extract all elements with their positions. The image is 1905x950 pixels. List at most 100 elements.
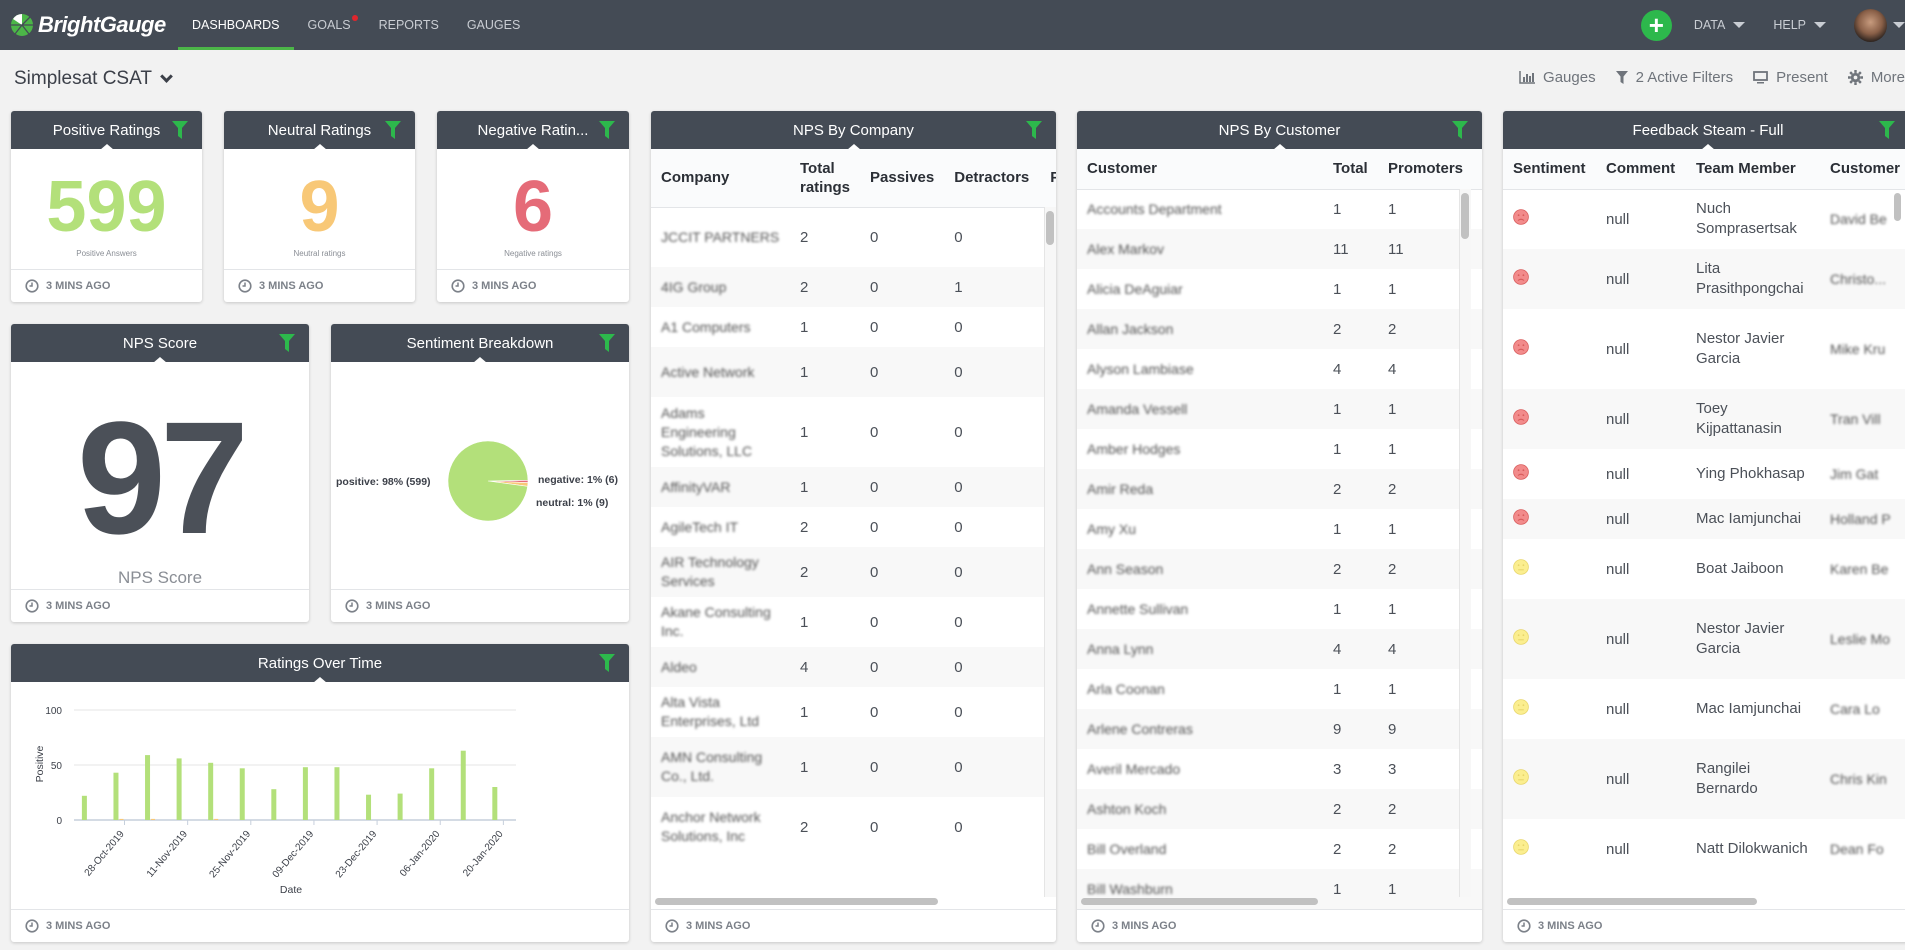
filter-icon[interactable] xyxy=(1879,121,1895,139)
ratings-over-time-card[interactable]: Ratings Over Time 0 50 100 28-Oct-2019 11-No… xyxy=(11,644,629,942)
bar-positive[interactable] xyxy=(145,755,151,820)
help-menu[interactable]: HELP xyxy=(1773,18,1826,32)
table-row[interactable]: Akane Consulting Inc. 1 0 0 xyxy=(651,597,1056,647)
nps-score-card[interactable]: NPS Score 97 NPS Score 3 MINS AGO xyxy=(11,324,309,622)
bar-neutral[interactable] xyxy=(214,818,219,820)
table-row[interactable]: 4IG Group 2 0 1 xyxy=(651,267,1056,307)
table-row[interactable]: Alta Vista Enterprises, Ltd 1 0 0 xyxy=(651,687,1056,737)
table-row[interactable]: Allan Jackson 2 2 xyxy=(1077,309,1482,349)
vertical-scrollbar[interactable] xyxy=(1894,193,1901,221)
bar-positive[interactable] xyxy=(113,772,119,820)
bar-neutral[interactable] xyxy=(151,818,156,820)
table-row[interactable]: null Rangilei Bernardo Chris Kin xyxy=(1503,739,1905,819)
bar-positive[interactable] xyxy=(302,767,308,820)
table-row[interactable]: AMN Consulting Co., Ltd. 1 0 0 xyxy=(651,737,1056,797)
table-row[interactable]: Ashton Koch 2 2 xyxy=(1077,789,1482,829)
filter-icon[interactable] xyxy=(599,121,615,139)
nav-reports[interactable]: REPORTS xyxy=(365,0,453,50)
bar-positive[interactable] xyxy=(366,794,372,820)
bar-positive[interactable] xyxy=(239,768,245,820)
table-row[interactable]: Amy Xu 1 1 xyxy=(1077,509,1482,549)
table-row[interactable]: Alicia DeAguiar 1 1 xyxy=(1077,269,1482,309)
table-row[interactable]: null Mac Iamjunchai Holland P xyxy=(1503,499,1905,539)
table-row[interactable]: Arla Coonan 1 1 xyxy=(1077,669,1482,709)
table-row[interactable]: Active Network 1 0 0 xyxy=(651,347,1056,397)
column-header[interactable]: Passives xyxy=(860,149,944,207)
vertical-scrollbar[interactable] xyxy=(1046,211,1054,245)
column-header[interactable]: Team Member xyxy=(1686,149,1820,189)
filter-icon[interactable] xyxy=(385,121,401,139)
table-row[interactable]: Amanda Vessell 1 1 xyxy=(1077,389,1482,429)
nps-by-company-card[interactable]: NPS By Company Company Total ratings Pas… xyxy=(651,111,1056,942)
table-row[interactable]: null Natt Dilokwanich Dean Fo xyxy=(1503,819,1905,879)
table-row[interactable]: null Boat Jaiboon Karen Be xyxy=(1503,539,1905,599)
table-row[interactable]: Averil Mercado 3 3 xyxy=(1077,749,1482,789)
horizontal-scrollbar[interactable] xyxy=(655,898,938,905)
bar-positive[interactable] xyxy=(429,768,435,820)
filter-icon[interactable] xyxy=(599,654,615,672)
table-row[interactable]: null Nuch Somprasertsak David Be xyxy=(1503,189,1905,249)
bar-positive[interactable] xyxy=(460,750,466,820)
table-row[interactable]: Arlene Contreras 9 9 xyxy=(1077,709,1482,749)
table-row[interactable]: A1 Computers 1 0 0 xyxy=(651,307,1056,347)
nps-by-customer-card[interactable]: NPS By Customer Customer Total Promoters… xyxy=(1077,111,1482,942)
table-row[interactable]: JCCIT PARTNERS 2 0 0 xyxy=(651,207,1056,267)
bar-neutral[interactable] xyxy=(119,818,124,820)
column-header[interactable]: Comment xyxy=(1596,149,1686,189)
filter-icon[interactable] xyxy=(279,334,295,352)
column-header[interactable]: Total ratings xyxy=(790,149,860,207)
column-header[interactable]: Company xyxy=(651,149,790,207)
feedback-stream-card[interactable]: Feedback Steam - Full Sentiment Comment … xyxy=(1503,111,1905,942)
sentiment-breakdown-card[interactable]: Sentiment Breakdown positive: 98% (599) n… xyxy=(331,324,629,622)
more-button[interactable]: More xyxy=(1847,69,1905,86)
table-row[interactable]: AIR Technology Services 2 0 0 xyxy=(651,547,1056,597)
gauges-button[interactable]: Gauges xyxy=(1519,69,1596,86)
nav-dashboards[interactable]: DASHBOARDS xyxy=(178,0,294,50)
column-header[interactable]: Customer xyxy=(1077,149,1323,189)
table-row[interactable]: AffinityVAR 1 0 0 xyxy=(651,467,1056,507)
horizontal-scrollbar[interactable] xyxy=(1081,898,1318,905)
bar-positive[interactable] xyxy=(208,762,214,820)
table-row[interactable]: null Lita Prasithpongchai Christo... xyxy=(1503,249,1905,309)
column-header[interactable]: Sentiment xyxy=(1503,149,1596,189)
table-row[interactable]: null Toey Kijpattanasin Tran Vill xyxy=(1503,389,1905,449)
negative-ratings-card[interactable]: Negative Ratin... 6 Negative ratings 3 M… xyxy=(437,111,629,302)
table-row[interactable]: null Mac Iamjunchai Cara Lo xyxy=(1503,679,1905,739)
table-row[interactable]: Amber Hodges 1 1 xyxy=(1077,429,1482,469)
column-header[interactable]: Total xyxy=(1323,149,1378,189)
column-header[interactable]: P xyxy=(1040,149,1056,207)
table-row[interactable]: Alex Markov 11 11 xyxy=(1077,229,1482,269)
filter-icon[interactable] xyxy=(172,121,188,139)
table-row[interactable]: null Nestor Javier Garcia Leslie Mo xyxy=(1503,599,1905,679)
brightgauge-logo[interactable]: BrightGauge xyxy=(10,12,178,38)
table-row[interactable]: Annette Sullivan 1 1 xyxy=(1077,589,1482,629)
table-row[interactable]: Accounts Department 1 1 xyxy=(1077,189,1482,229)
add-button[interactable]: + xyxy=(1640,9,1672,41)
filter-icon[interactable] xyxy=(1026,121,1042,139)
table-row[interactable]: Ann Season 2 2 xyxy=(1077,549,1482,589)
table-row[interactable]: null Ying Phokhasap Jim Gat xyxy=(1503,449,1905,499)
table-row[interactable]: null Nestor Javier Garcia Mike Kru xyxy=(1503,309,1905,389)
positive-ratings-card[interactable]: Positive Ratings 599 Positive Answers 3 … xyxy=(11,111,202,302)
column-header[interactable]: Customer xyxy=(1820,149,1905,189)
table-row[interactable]: Anna Lynn 4 4 xyxy=(1077,629,1482,669)
nav-goals[interactable]: GOALS xyxy=(294,0,365,50)
table-row[interactable]: Aldeo 4 0 0 xyxy=(651,647,1056,687)
user-menu[interactable] xyxy=(1854,8,1905,42)
table-row[interactable]: Alyson Lambiase 4 4 xyxy=(1077,349,1482,389)
bar-positive[interactable] xyxy=(334,767,340,820)
filter-icon[interactable] xyxy=(1452,121,1468,139)
column-header[interactable]: Promoters xyxy=(1378,149,1482,189)
table-row[interactable]: Anchor Network Solutions, Inc 2 0 0 xyxy=(651,797,1056,857)
present-button[interactable]: Present xyxy=(1753,69,1828,86)
neutral-ratings-card[interactable]: Neutral Ratings 9 Neutral ratings 3 MINS… xyxy=(224,111,415,302)
bar-positive[interactable] xyxy=(81,795,87,820)
nav-gauges[interactable]: GAUGES xyxy=(453,0,535,50)
bar-positive[interactable] xyxy=(271,789,277,820)
vertical-scrollbar[interactable] xyxy=(1461,193,1469,239)
dashboard-selector[interactable]: Simplesat CSAT xyxy=(14,68,173,90)
table-row[interactable]: Bill Overland 2 2 xyxy=(1077,829,1482,869)
table-row[interactable]: AgileTech IT 2 0 0 xyxy=(651,507,1056,547)
horizontal-scrollbar[interactable] xyxy=(1507,898,1757,905)
table-row[interactable]: Adams Engineering Solutions, LLC 1 0 0 xyxy=(651,397,1056,467)
